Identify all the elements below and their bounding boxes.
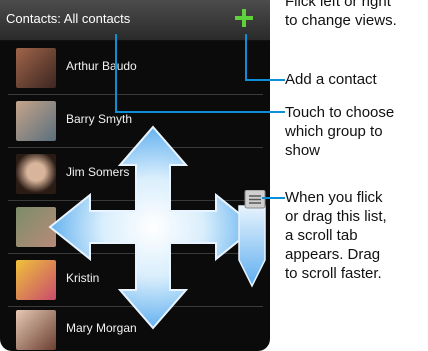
contact-row[interactable]: Arthur Baudo xyxy=(8,42,263,95)
contact-name: Arthur Baudo xyxy=(66,59,137,73)
contact-name: Barry Smyth xyxy=(66,112,133,126)
callout-line: Flick left or right xyxy=(285,0,391,10)
add-contact-callout: Add a contact xyxy=(285,70,377,89)
group-callout: Touch to choose which group to show xyxy=(285,103,394,160)
contacts-header[interactable]: Contacts: All contacts xyxy=(0,0,270,41)
callout-line: show xyxy=(285,142,321,159)
group-filter-title[interactable]: Contacts: All contacts xyxy=(6,11,130,26)
callout-line: to scroll faster. xyxy=(285,265,382,282)
add-contact-icon[interactable] xyxy=(232,6,256,30)
flick-callout: Flick left or right to change views. xyxy=(285,0,397,30)
callout-line: Add a contact xyxy=(285,71,377,88)
flick-arrows-icon xyxy=(48,125,258,330)
callout-line: or drag this list, xyxy=(285,208,387,225)
callout-line: to change views. xyxy=(285,12,397,29)
callout-line: a scroll tab xyxy=(285,227,358,244)
scroll-callout: When you flick or drag this list, a scro… xyxy=(285,188,387,283)
callout-line: When you flick xyxy=(285,189,383,206)
callout-line: which group to xyxy=(285,123,383,140)
callout-line: Touch to choose xyxy=(285,104,395,121)
avatar xyxy=(16,48,56,88)
scroll-tab-icon[interactable] xyxy=(235,190,269,290)
phone-screen: Contacts: All contacts Arthur Baudo Barr… xyxy=(0,0,270,351)
callout-line: appears. Drag xyxy=(285,246,381,263)
